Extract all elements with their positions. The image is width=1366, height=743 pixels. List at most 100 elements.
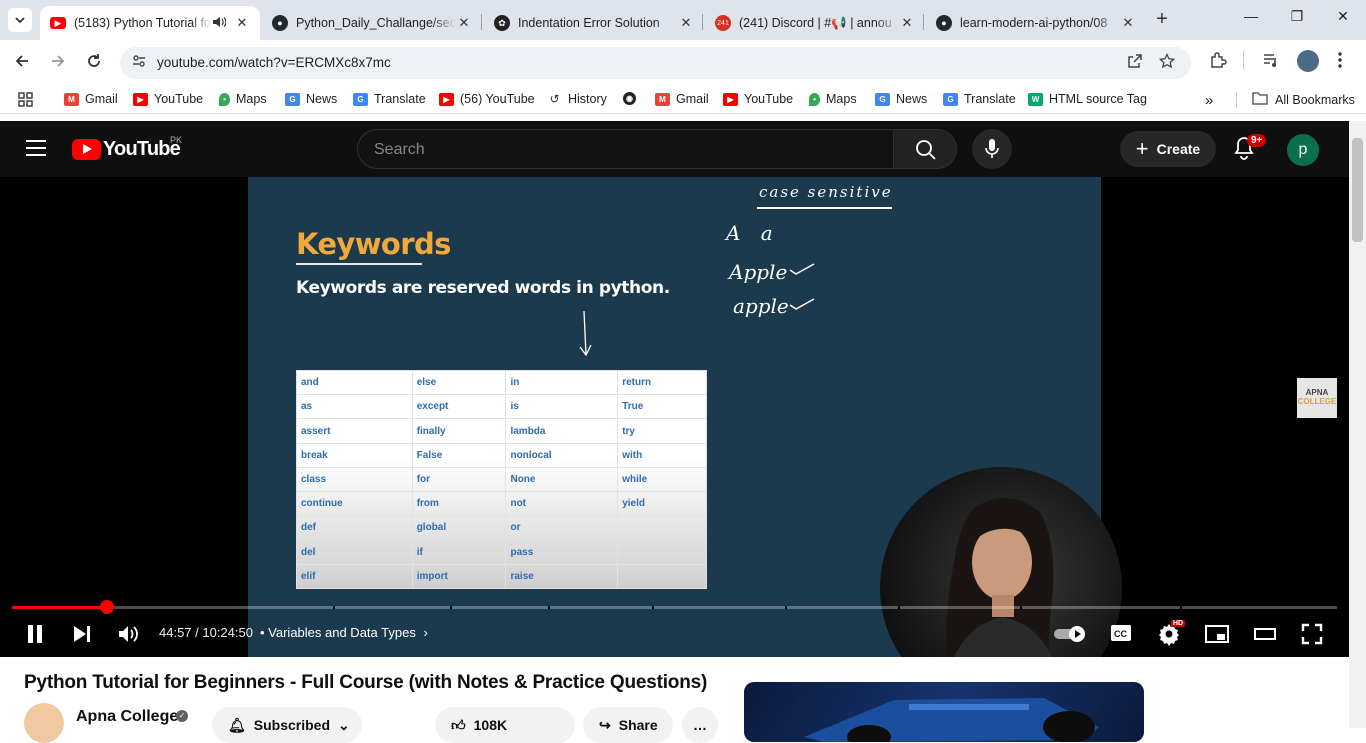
channel-avatar[interactable] (24, 703, 64, 743)
bookmark-label: YouTube (744, 92, 794, 106)
tab-github-daily[interactable]: ● Python_Daily_Challange/sec ✕ (262, 6, 482, 40)
account-avatar[interactable]: p (1287, 134, 1319, 166)
tab-title: Indentation Error Solution (518, 16, 660, 30)
bookmark-news[interactable]: G News (285, 92, 337, 106)
new-tab-button[interactable]: + (1150, 8, 1174, 32)
open-in-app-icon[interactable] (1127, 53, 1143, 73)
minimize-button[interactable]: — (1236, 8, 1266, 24)
chapter-marker (548, 606, 550, 609)
bookmarks-divider (1236, 92, 1237, 108)
volume-button[interactable] (118, 624, 140, 649)
tab-youtube-python[interactable]: ▶ (5183) Python Tutorial fo ✕ (40, 6, 260, 40)
restore-button[interactable]: ❐ (1282, 8, 1312, 25)
channel-name[interactable]: Apna College (76, 708, 178, 726)
youtube-wordmark: YouTube (103, 138, 181, 160)
translate-icon: G (353, 92, 368, 106)
next-button[interactable] (72, 624, 92, 649)
player-controls: 44:57 / 10:24:50 • Variables and Data Ty… (0, 614, 1349, 654)
search-input[interactable]: Search (357, 129, 894, 169)
keyword-cell: finally (411, 418, 507, 444)
tab-separator (481, 14, 482, 30)
bookmark-translate[interactable]: G Translate (353, 92, 426, 106)
close-tab-icon[interactable]: ✕ (456, 15, 472, 31)
bookmark-history[interactable]: ↺ History (547, 92, 606, 106)
notification-badge: 9+ (1247, 134, 1267, 147)
extensions-icon[interactable] (1209, 51, 1227, 74)
profile-avatar[interactable] (1297, 50, 1319, 72)
keyword-cell: as (296, 394, 413, 420)
bookmark-html-source[interactable]: W HTML source Tag (1028, 92, 1147, 106)
chapter-button[interactable]: • Variables and Data Types › (260, 625, 428, 640)
bookmark-translate-2[interactable]: G Translate (943, 92, 1016, 106)
close-tab-icon[interactable]: ✕ (899, 15, 915, 31)
bookmark-youtube-2[interactable]: ▶ YouTube (723, 92, 793, 106)
close-tab-icon[interactable]: ✕ (678, 15, 694, 31)
github-icon: ● (272, 15, 288, 31)
chapter-marker (898, 606, 900, 609)
voice-search-button[interactable] (972, 129, 1012, 169)
sponsored-thumbnail[interactable] (744, 682, 1144, 742)
bookmark-gmail[interactable]: M Gmail (64, 92, 118, 106)
chevron-down-icon (15, 17, 25, 24)
keyword-cell: True (617, 394, 707, 420)
scrollbar-thumb[interactable] (1352, 138, 1363, 242)
subscribe-button[interactable]: 🔔︎ Subscribed ⌄ (212, 707, 362, 743)
back-button[interactable] (9, 50, 35, 76)
bookmark-news-2[interactable]: G News (875, 92, 927, 106)
close-tab-icon[interactable]: ✕ (234, 15, 250, 31)
apps-grid-icon[interactable] (18, 92, 33, 107)
pause-button[interactable] (25, 624, 45, 649)
bookmark-maps-2[interactable]: • Maps (809, 92, 857, 106)
create-button[interactable]: + Create (1120, 131, 1216, 167)
keyword-cell: None (505, 466, 619, 493)
site-settings-icon[interactable] (128, 53, 150, 73)
tab-search-button[interactable] (8, 8, 32, 32)
news-icon: G (285, 92, 300, 106)
video-player[interactable]: Keywords Keywords are reserved words in … (0, 177, 1349, 657)
translate-icon: G (943, 92, 958, 106)
close-window-button[interactable]: ✕ (1328, 8, 1358, 25)
bookmark-youtube-56[interactable]: ▶ (56) YouTube (439, 92, 535, 106)
keywords-table-row: continue from not yield (296, 491, 707, 517)
all-bookmarks[interactable]: All Bookmarks (1252, 92, 1355, 108)
tab-learn-modern-ai[interactable]: ● learn-modern-ai-python/08 ✕ (926, 6, 1146, 40)
bell-icon: 🔔︎ (228, 716, 246, 733)
miniplayer-button[interactable] (1205, 624, 1229, 649)
create-label: Create (1156, 141, 1201, 157)
bookmarks-overflow-button[interactable]: » (1205, 92, 1213, 109)
more-actions-button[interactable]: … (682, 707, 718, 743)
menu-icon[interactable] (26, 140, 46, 156)
arrow-right-icon (52, 55, 65, 67)
channel-watermark[interactable]: APNA COLLEGE (1297, 378, 1337, 418)
share-button[interactable]: ↪ Share (583, 707, 673, 743)
speaker-icon[interactable] (212, 16, 227, 31)
fullscreen-button[interactable] (1301, 623, 1323, 650)
captions-button[interactable]: CC (1110, 624, 1132, 647)
address-bar[interactable]: youtube.com/watch?v=ERCMXc8x7mc (120, 47, 1191, 79)
scrubber-handle[interactable] (100, 600, 114, 614)
volume-icon (119, 626, 138, 642)
settings-button[interactable]: HD (1157, 620, 1186, 651)
bookmark-youtube[interactable]: ▶ YouTube (133, 92, 203, 106)
reload-button[interactable] (81, 50, 107, 76)
progress-bar[interactable] (12, 606, 1337, 609)
keyword-cell: False (411, 442, 507, 468)
bookmark-star-icon[interactable] (1158, 52, 1176, 73)
bookmark-maps[interactable]: • Maps (219, 92, 267, 106)
tab-discord[interactable]: 241 (241) Discord | #📢 | annou ✕ (705, 6, 925, 40)
forward-button[interactable] (45, 50, 71, 76)
chapter-marker (450, 606, 452, 609)
bookmark-gmail-2[interactable]: M Gmail (655, 92, 709, 106)
close-tab-icon[interactable]: ✕ (1120, 15, 1136, 31)
theater-mode-button[interactable] (1253, 624, 1277, 649)
youtube-logo[interactable]: YouTube (72, 138, 181, 161)
media-control-icon[interactable] (1262, 51, 1280, 74)
keyword-cell: global (411, 515, 507, 541)
bookmark-globe[interactable]: ◉ (623, 92, 642, 105)
keyword-cell: nonlocal (505, 442, 619, 468)
like-button[interactable]: 👍︎ 108K (435, 707, 575, 743)
more-menu-icon[interactable] (1337, 51, 1343, 74)
tab-indentation-error[interactable]: ✿ Indentation Error Solution ✕ (484, 6, 704, 40)
autoplay-toggle[interactable] (1053, 624, 1089, 649)
search-button[interactable] (893, 129, 957, 169)
